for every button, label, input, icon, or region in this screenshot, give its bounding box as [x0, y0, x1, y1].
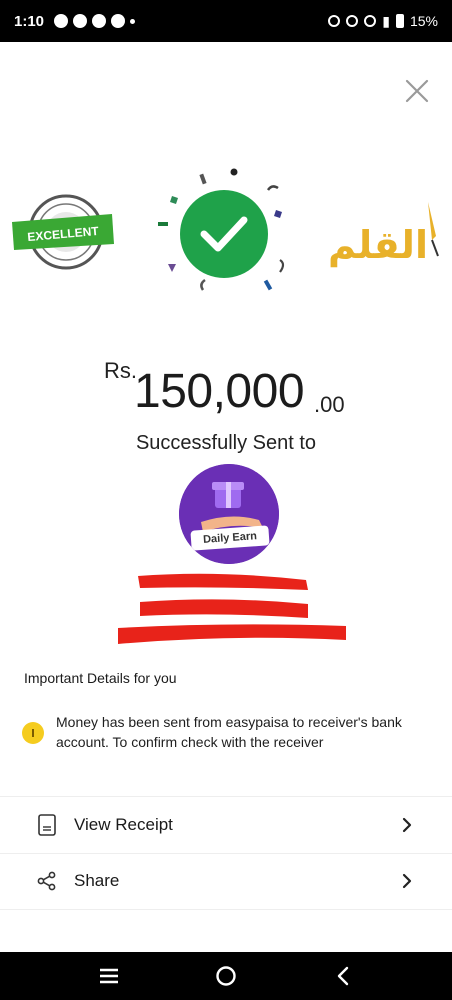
amount-decimal: .00: [314, 392, 345, 417]
wifi-icon: [364, 15, 377, 27]
info-icon: [22, 722, 44, 744]
share-icon: [36, 870, 58, 892]
notification-icons: [54, 14, 136, 28]
whatsapp-icon: [54, 14, 69, 28]
share-label: Share: [74, 871, 120, 890]
amount-currency: Rs.: [104, 358, 137, 383]
chevron-right-icon: [398, 816, 416, 834]
amount-value: 150,000: [134, 365, 305, 418]
transfer-amount: Rs. 150,000 .00: [0, 356, 452, 420]
status-time: 1:10: [14, 12, 45, 30]
view-receipt-button[interactable]: View Receipt: [0, 798, 452, 852]
home-button[interactable]: [211, 961, 241, 991]
divider: [0, 909, 452, 910]
back-icon: [338, 966, 349, 986]
info-notice: Money has been sent from easypaisa to re…: [22, 712, 432, 752]
logo-text: القلم: [328, 223, 428, 268]
dnd-icon: [346, 15, 359, 27]
close-icon: [405, 79, 429, 103]
battery-icon: [395, 14, 404, 28]
battery-level: 15%: [409, 13, 438, 29]
receipt-icon: [36, 814, 58, 836]
signal-icon: ▮: [382, 12, 390, 29]
back-button[interactable]: [328, 961, 358, 991]
app-notification-icon: [111, 14, 126, 28]
close-button[interactable]: [400, 74, 434, 108]
excellent-badge-icon: EXCELLENT: [12, 194, 114, 270]
view-receipt-label: View Receipt: [74, 815, 173, 834]
qalam-logo: القلم: [328, 196, 444, 276]
home-icon: [216, 966, 236, 986]
mute-icon: [328, 15, 341, 27]
recent-apps-button[interactable]: [94, 961, 124, 991]
divider: [0, 796, 452, 797]
status-bar: 1:10 ▮ 15%: [0, 0, 452, 42]
pinterest-icon: [73, 14, 88, 28]
share-button[interactable]: Share: [0, 854, 452, 908]
more-notifications-icon: [130, 18, 136, 24]
instagram-icon: [92, 14, 107, 28]
info-message: Money has been sent from easypaisa to re…: [56, 714, 402, 750]
details-heading: Important Details for you: [24, 670, 177, 686]
recent-apps-icon: [99, 968, 118, 984]
system-nav-bar: [0, 952, 452, 1000]
redacted-recipient-name: [116, 566, 356, 652]
chevron-right-icon: [398, 872, 416, 890]
success-check-circle: [180, 190, 268, 278]
success-graphic: [148, 160, 298, 300]
recipient-avatar: Daily Earn: [179, 464, 279, 564]
excellent-badge: EXCELLENT: [8, 192, 118, 274]
pen-nib-icon: [428, 202, 436, 240]
sent-to-label: Successfully Sent to: [135, 432, 317, 454]
system-icons: ▮ 15%: [328, 13, 438, 30]
